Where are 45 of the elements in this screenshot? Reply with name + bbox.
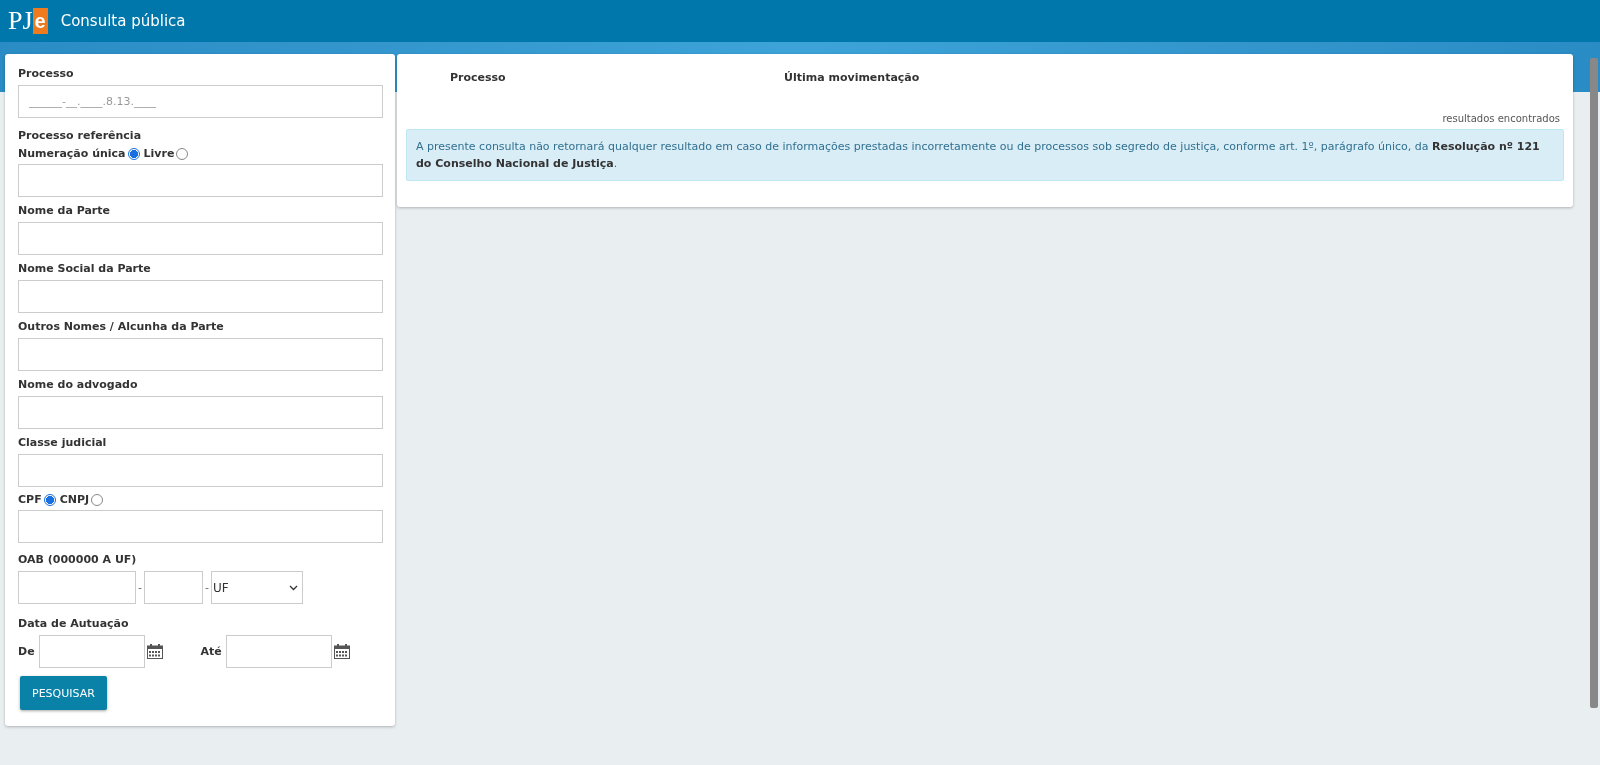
column-header: Processo (450, 71, 507, 84)
input-field[interactable] (18, 454, 383, 487)
input-field[interactable] (18, 510, 383, 543)
input-field[interactable] (18, 338, 383, 371)
separator-text: - (137, 581, 143, 594)
calendar-icon[interactable] (333, 644, 350, 659)
notice-text: A presente consulta não retornará qualquer resultado em caso de informações prestadas incorretamente ou de processos sob segredo de justiça, conforme art. 1º, parágrafo único, da Resolução nº 121 do Conselho Nacional de Justiça. (416, 140, 1540, 170)
state-dropdown[interactable]: UF (210, 571, 303, 604)
field-label: Até (200, 645, 222, 658)
field-label: Nome Social da Parte (18, 262, 151, 276)
input-field[interactable] (18, 396, 383, 429)
date-field[interactable] (225, 635, 332, 668)
field-label: Processo (18, 67, 74, 81)
radio-button[interactable] (176, 147, 189, 160)
input-field[interactable] (18, 571, 136, 604)
radio-label: CPF (18, 493, 42, 506)
section-label: Processo referência (18, 129, 142, 143)
field-label: Nome do advogado (18, 378, 138, 392)
column-header: Última movimentação (784, 71, 920, 84)
radio-label: Numeração única (18, 147, 126, 160)
scrollbar[interactable] (1590, 58, 1598, 708)
input-field[interactable] (18, 222, 383, 255)
input-field[interactable] (144, 571, 203, 604)
field-label: OAB (000000 A UF) (18, 553, 137, 567)
radio-label: CNPJ (59, 493, 90, 506)
results-count-text: resultados encontrados (1442, 113, 1560, 124)
separator-text: - (204, 581, 210, 594)
field-label: Classe judicial (18, 436, 107, 450)
input-field[interactable]: ______-__.____.8.13.____ (18, 85, 383, 118)
calendar-icon[interactable] (146, 644, 163, 659)
field-label: Nome da Parte (18, 204, 110, 218)
radio-button[interactable] (91, 493, 104, 506)
input-field[interactable] (18, 164, 383, 197)
field-label: De (18, 645, 35, 658)
field-label: Outros Nomes / Alcunha da Parte (18, 320, 224, 334)
chevron-icon (288, 584, 298, 591)
search-button[interactable]: PESQUISAR (20, 676, 107, 710)
radio-button[interactable] (127, 147, 140, 160)
radio-label: Livre (143, 147, 175, 160)
page-title: Consulta pública (60, 12, 186, 30)
input-field[interactable] (18, 280, 383, 313)
field-label: Data de Autuação (18, 617, 129, 631)
date-field[interactable] (38, 635, 145, 668)
radio-button[interactable] (43, 493, 56, 506)
logo: PJe (8, 7, 48, 35)
